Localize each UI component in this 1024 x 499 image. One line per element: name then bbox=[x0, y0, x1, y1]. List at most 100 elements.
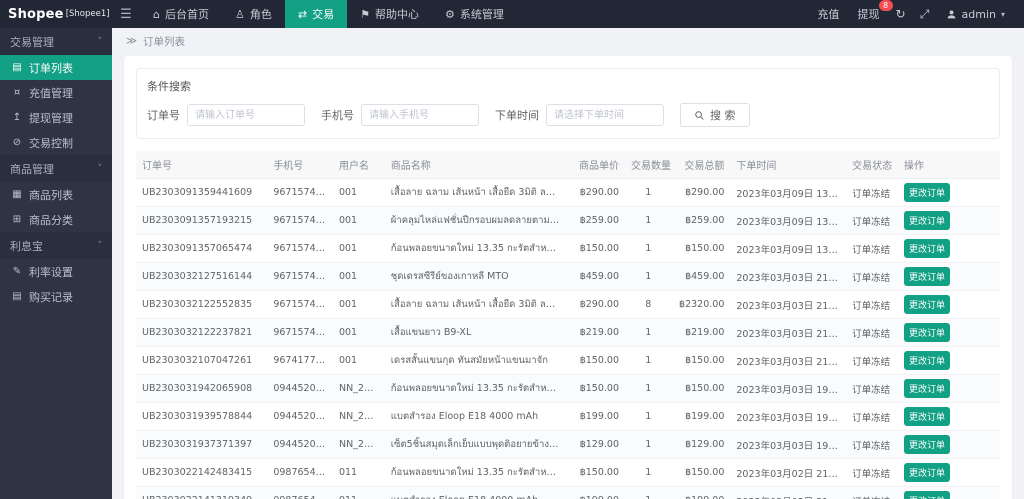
withdraw-link[interactable]: 提现 8 bbox=[849, 0, 893, 28]
table-row: UB2303032122552835 9671574372 001 เสื้อลาย … bbox=[136, 290, 1000, 319]
sidebar-item-recharge-management[interactable]: ¤ 充值管理 bbox=[0, 80, 112, 105]
cell-qty: 1 bbox=[625, 402, 672, 431]
sidebar-section-product-management[interactable]: 商品管理 ˅ bbox=[0, 155, 112, 182]
sidebar-item-rate-settings[interactable]: ✎ 利率设置 bbox=[0, 259, 112, 284]
sidebar-section-interest-treasure[interactable]: 利息宝 ˅ bbox=[0, 232, 112, 259]
edit-order-button[interactable]: 更改订单 bbox=[903, 323, 950, 342]
brand-logo[interactable]: Shopee [Shopee1] bbox=[0, 0, 112, 28]
sidebar-item-label: 充值管理 bbox=[29, 86, 73, 100]
trade-control-icon: ⊘ bbox=[12, 137, 22, 148]
edit-order-button[interactable]: 更改订单 bbox=[903, 267, 950, 286]
cell-username: 001 bbox=[332, 262, 385, 291]
cell-time: 2023年03月03日 21:27:51 bbox=[730, 262, 847, 291]
cell-phone: 9671574372 bbox=[267, 318, 333, 347]
cell-total: ฿150.00 bbox=[671, 234, 731, 263]
sidebar-item-withdraw-management[interactable]: ↥ 提现管理 bbox=[0, 105, 112, 130]
cell-total: ฿199.00 bbox=[671, 402, 731, 431]
sidebar-section-label: 商品管理 bbox=[10, 162, 54, 176]
cell-phone: 9674177321 bbox=[267, 346, 333, 375]
cell-actions: 更改订单结算订单 bbox=[897, 290, 1000, 319]
column-header-order_no: 订单号 bbox=[136, 151, 268, 179]
refresh-icon[interactable]: ↻ bbox=[889, 7, 913, 21]
sidebar-item-purchase-records[interactable]: ▤ 购买记录 bbox=[0, 284, 112, 309]
admin-menu[interactable]: admin ▾ bbox=[937, 0, 1014, 28]
order-time-input[interactable] bbox=[546, 104, 664, 126]
cell-product: ผ้าคลุมไหล่แฟชั่นปีกรอบผมลดลายตามแบบ ซาย… bbox=[384, 206, 567, 235]
brand-name: Shopee bbox=[8, 6, 64, 22]
cell-price: ฿459.00 bbox=[566, 262, 625, 291]
cell-product: ก้อนพลอยขนาดใหม่ 13.35 กะรัตสำหรับสะสม bbox=[384, 374, 567, 403]
cell-actions: 更改订单结算订单 bbox=[897, 486, 1000, 499]
recharge-link[interactable]: 充值 bbox=[809, 0, 849, 28]
sidebar-toggle-icon[interactable]: ☰ bbox=[112, 0, 140, 28]
edit-order-button[interactable]: 更改订单 bbox=[903, 491, 950, 499]
phone-field: 手机号 bbox=[321, 104, 479, 126]
cell-price: ฿150.00 bbox=[566, 458, 625, 487]
navbar-right: 充值 提现 8 ↻ ⤢ admin ▾ bbox=[809, 0, 1024, 28]
nav-item-label: 系统管理 bbox=[459, 8, 504, 21]
cell-time: 2023年03月09日 13:57:19 bbox=[730, 206, 847, 235]
nav-item-dashboard[interactable]: ⌂ 后台首页 bbox=[140, 0, 222, 28]
search-button[interactable]: 搜 索 bbox=[680, 103, 750, 127]
cell-total: ฿459.00 bbox=[671, 262, 731, 291]
edit-order-button[interactable]: 更改订单 bbox=[903, 435, 950, 454]
cell-product: ก้อนพลอยขนาดใหม่ 13.35 กะรัตสำหรับสะสม bbox=[384, 458, 567, 487]
nav-item-trade[interactable]: ⇄ 交易 bbox=[284, 0, 348, 28]
edit-order-button[interactable]: 更改订单 bbox=[903, 183, 950, 202]
nav-item-roles[interactable]: ♙ 角色 bbox=[222, 0, 285, 28]
sidebar-item-label: 交易控制 bbox=[29, 136, 73, 150]
cell-actions: 更改订单结算订单 bbox=[897, 262, 1000, 291]
cell-total: ฿219.00 bbox=[671, 318, 731, 347]
cell-status: 订单冻结 bbox=[846, 430, 898, 459]
edit-order-button[interactable]: 更改订单 bbox=[903, 239, 950, 258]
nav-item-help-center[interactable]: ⚑ 帮助中心 bbox=[347, 0, 432, 28]
orders-table-header: 订单号 手机号 用户名 商品名称 商品单价 交易数量 交易总额 下单时间 交易状态 操作 bbox=[136, 151, 1000, 179]
breadcrumb: ≫ 订单列表 bbox=[112, 28, 1024, 54]
cell-total: ฿150.00 bbox=[671, 458, 731, 487]
sidebar-section-trade-management[interactable]: 交易管理 ˅ bbox=[0, 28, 112, 55]
edit-order-button[interactable]: 更改订单 bbox=[903, 379, 950, 398]
fullscreen-icon[interactable]: ⤢ bbox=[913, 7, 937, 22]
search-button-label: 搜 索 bbox=[710, 109, 736, 122]
cell-product: แบตสำรอง Eloop E18 4000 mAh bbox=[384, 402, 567, 431]
sidebar-item-product-category[interactable]: ⊞ 商品分类 bbox=[0, 207, 112, 232]
cell-product: ก้อนพลอยขนาดใหม่ 13.35 กะรัตสำหรับสะสม bbox=[384, 234, 567, 263]
cell-price: ฿290.00 bbox=[566, 290, 625, 319]
sidebar-item-product-list[interactable]: ▦ 商品列表 bbox=[0, 182, 112, 207]
orders-card: 条件搜索 订单号 手机号 下单时间 bbox=[124, 56, 1012, 499]
order-list-icon: ▤ bbox=[12, 62, 22, 73]
order-time-label: 下单时间 bbox=[495, 109, 539, 122]
cell-order_no: UB2303091359441609 bbox=[136, 178, 268, 207]
table-row: UB2303031942065908 0944520645 NN_2kv0u ก้อน… bbox=[136, 374, 1000, 403]
edit-order-button[interactable]: 更改订单 bbox=[903, 211, 950, 230]
orders-table-body: UB2303091359441609 9671574372 001 เสื้อลาย … bbox=[136, 178, 1000, 499]
chevron-down-icon: ▾ bbox=[1000, 9, 1005, 19]
table-row: UB2303091357065474 9671574372 001 ก้อนพลอยข… bbox=[136, 234, 1000, 263]
nav-item-system-management[interactable]: ⚙ 系统管理 bbox=[432, 0, 517, 28]
top-navbar: Shopee [Shopee1] ☰ ⌂ 后台首页 ♙ 角色 ⇄ 交易 ⚑ 帮助中心 ⚙ 系统管理… bbox=[0, 0, 1024, 28]
admin-avatar-icon bbox=[947, 10, 955, 18]
cell-username: 001 bbox=[332, 346, 385, 375]
cell-price: ฿219.00 bbox=[566, 318, 625, 347]
cell-product: เสื้อลาย ฉลาม เส้นหน้า เสื้อยืด 3มิติ ลา… bbox=[384, 290, 567, 319]
edit-order-button[interactable]: 更改订单 bbox=[903, 407, 950, 426]
cell-status: 订单冻结 bbox=[846, 458, 898, 487]
cell-username: 001 bbox=[332, 290, 385, 319]
cell-username: NN_2kv0u bbox=[332, 374, 385, 403]
chevron-down-icon: ˅ bbox=[97, 163, 103, 174]
cell-time: 2023年03月02日 21:41:31 bbox=[730, 486, 847, 499]
cell-qty: 1 bbox=[625, 486, 672, 499]
edit-order-button[interactable]: 更改订单 bbox=[903, 295, 950, 314]
cell-product: เสื้อแขนยาว B9-XL bbox=[384, 318, 567, 347]
sidebar-section-label: 利息宝 bbox=[10, 239, 43, 253]
order-no-input[interactable] bbox=[187, 104, 305, 126]
edit-order-button[interactable]: 更改订单 bbox=[903, 351, 950, 370]
sidebar-item-label: 商品分类 bbox=[29, 213, 73, 227]
cell-qty: 1 bbox=[625, 206, 672, 235]
cell-price: ฿199.00 bbox=[566, 486, 625, 499]
cell-actions: 更改订单结算订单 bbox=[897, 318, 1000, 347]
sidebar-item-order-list[interactable]: ▤ 订单列表 bbox=[0, 55, 112, 80]
sidebar-item-trade-control[interactable]: ⊘ 交易控制 bbox=[0, 130, 112, 155]
phone-input[interactable] bbox=[361, 104, 479, 126]
edit-order-button[interactable]: 更改订单 bbox=[903, 463, 950, 482]
